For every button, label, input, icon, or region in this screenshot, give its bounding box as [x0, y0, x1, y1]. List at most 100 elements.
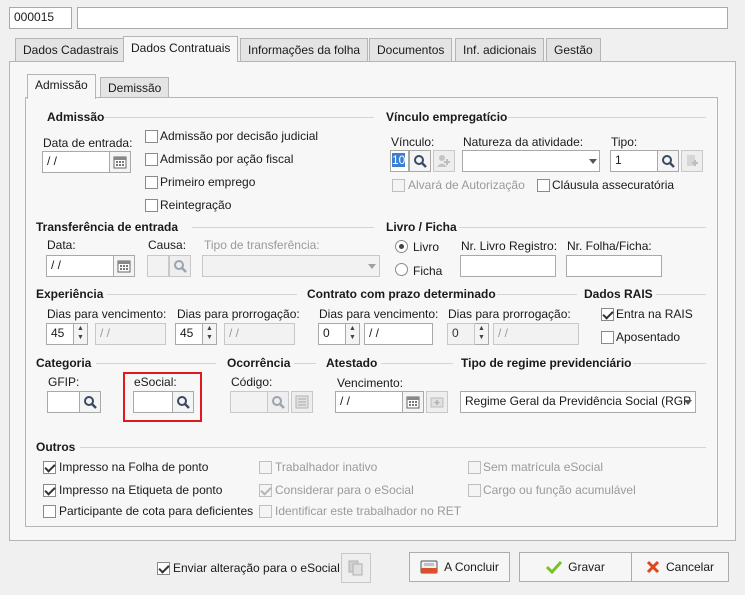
causa-field[interactable] — [147, 255, 169, 277]
vinculo-field[interactable]: 10 — [390, 150, 409, 172]
tab-dados-contratuais[interactable]: Dados Contratuais — [123, 36, 239, 62]
chk-clausula[interactable] — [537, 179, 550, 192]
contrato-dias-venc-stepper[interactable]: ▲ ▼ — [346, 323, 360, 345]
radio-livro[interactable] — [395, 240, 408, 253]
nr-livro-field[interactable] — [460, 255, 556, 277]
employee-code-field[interactable]: 000015 — [9, 7, 72, 29]
employee-name-field[interactable] — [77, 7, 728, 29]
tipo-add-button[interactable] — [681, 150, 703, 172]
cancelar-button[interactable]: Cancelar — [631, 552, 729, 582]
causa-search-button[interactable] — [169, 255, 191, 277]
chk-entra-rais-label: Entra na RAIS — [616, 307, 693, 321]
chk-considerar-esocial[interactable] — [259, 484, 272, 497]
nr-folha-field[interactable] — [566, 255, 662, 277]
experiencia-title: Experiência — [36, 287, 104, 301]
chk-identificar-ret[interactable] — [259, 505, 272, 518]
experiencia-dias-prorr-stepper[interactable]: ▲ ▼ — [203, 323, 217, 345]
tab-gestao[interactable]: Gestão — [546, 38, 601, 62]
tab-dados-cadastrais[interactable]: Dados Cadastrais — [15, 38, 127, 62]
add-icon — [430, 397, 444, 408]
contrato-venc-date[interactable]: / / — [364, 323, 433, 345]
chk-sem-matricula[interactable] — [468, 461, 481, 474]
calendar-icon — [117, 260, 131, 273]
radio-ficha[interactable] — [395, 263, 408, 276]
outros-title: Outros — [36, 440, 76, 454]
add-user-icon — [437, 155, 450, 167]
causa-label: Causa: — [148, 238, 187, 252]
chk-folha-ponto[interactable] — [43, 461, 56, 474]
chevron-down-icon — [684, 400, 692, 405]
chk-enviar-esocial[interactable] — [157, 562, 170, 575]
calendar-button[interactable] — [109, 151, 131, 173]
chk-etiqueta-ponto[interactable] — [43, 484, 56, 497]
ocorrencia-title: Ocorrência — [227, 356, 291, 370]
chk-acao-fiscal[interactable] — [145, 153, 158, 166]
data-entrada-field[interactable]: / / — [42, 151, 110, 173]
livro-title: Livro / Ficha — [386, 220, 457, 234]
gfip-field[interactable] — [47, 391, 80, 413]
admissao-title: Admissão — [47, 110, 105, 124]
chk-aposentado-label: Aposentado — [616, 330, 681, 344]
transferencia-data-field[interactable]: / / — [46, 255, 114, 277]
vencimento-add-button[interactable] — [426, 391, 448, 413]
tab-documentos[interactable]: Documentos — [369, 38, 453, 62]
vencimento-calendar-button[interactable] — [402, 391, 424, 413]
chk-reintegracao-label: Reintegração — [160, 198, 232, 212]
gravar-button[interactable]: Gravar — [519, 552, 632, 582]
vinculo-search-button[interactable] — [409, 150, 431, 172]
categoria-title: Categoria — [36, 356, 92, 370]
tab-informacoes-folha[interactable]: Informações da folha — [240, 38, 369, 62]
ocorrencia-separator — [294, 363, 316, 364]
natureza-label: Natureza da atividade: — [463, 135, 584, 149]
subtab-demissao[interactable]: Demissão — [100, 77, 170, 99]
experiencia-dias-prorr-label: Dias para prorrogação: — [177, 307, 300, 321]
regime-dropdown[interactable]: Regime Geral da Previdência Social (RGP — [460, 391, 696, 413]
chk-primeiro-emprego[interactable] — [145, 176, 158, 189]
esocial-search-button[interactable] — [172, 391, 194, 413]
admissao-separator — [104, 117, 374, 118]
gfip-search-button[interactable] — [79, 391, 101, 413]
search-icon — [174, 260, 187, 273]
gravar-label: Gravar — [568, 560, 605, 574]
tipo-field[interactable]: 1 — [610, 150, 658, 172]
chk-entra-rais[interactable] — [601, 308, 614, 321]
esocial-field[interactable] — [133, 391, 173, 413]
chk-enviar-esocial-label: Enviar alteração para o eSocial — [173, 561, 340, 575]
contrato-dias-prorr-field[interactable]: 0 — [447, 323, 475, 345]
chk-cota-deficientes[interactable] — [43, 505, 56, 518]
concluir-label: A Concluir — [444, 560, 499, 574]
tab-inf-adicionais[interactable]: Inf. adicionais — [455, 38, 545, 62]
natureza-dropdown[interactable] — [462, 150, 600, 172]
concluir-button[interactable]: A Concluir — [409, 552, 510, 582]
codigo-list-button[interactable] — [291, 391, 313, 413]
transferencia-title: Transferência de entrada — [36, 220, 179, 234]
esocial-send-button[interactable] — [341, 553, 371, 583]
close-icon — [646, 560, 660, 574]
calendar-icon — [113, 156, 127, 169]
chk-reintegracao[interactable] — [145, 199, 158, 212]
experiencia-dias-venc-field[interactable]: 45 — [46, 323, 74, 345]
vinculo-add-button[interactable] — [433, 150, 455, 172]
chk-cargo-acumulavel[interactable] — [468, 484, 481, 497]
chk-folha-ponto-label: Impresso na Folha de ponto — [59, 460, 209, 474]
contrato-title: Contrato com prazo determinado — [307, 287, 496, 301]
subtab-admissao[interactable]: Admissão — [27, 74, 96, 99]
contrato-dias-prorr-stepper[interactable]: ▲ ▼ — [475, 323, 489, 345]
codigo-field[interactable] — [230, 391, 268, 413]
chk-aposentado[interactable] — [601, 331, 614, 344]
transferencia-calendar-button[interactable] — [113, 255, 135, 277]
experiencia-dias-venc-stepper[interactable]: ▲ ▼ — [74, 323, 88, 345]
radio-ficha-label: Ficha — [413, 264, 443, 278]
chk-trabalhador-inativo[interactable] — [259, 461, 272, 474]
codigo-search-button[interactable] — [267, 391, 289, 413]
tipo-search-button[interactable] — [657, 150, 679, 172]
experiencia-dias-prorr-field[interactable]: 45 — [175, 323, 203, 345]
contrato-dias-venc-field[interactable]: 0 — [318, 323, 346, 345]
chk-alvara[interactable] — [392, 179, 405, 192]
chk-decisao-judicial-label: Admissão por decisão judicial — [160, 129, 319, 143]
cancelar-label: Cancelar — [665, 560, 715, 574]
chk-decisao-judicial[interactable] — [145, 130, 158, 143]
vencimento-field[interactable]: / / — [335, 391, 403, 413]
data-entrada-label: Data de entrada: — [43, 136, 133, 150]
tipo-transferencia-dropdown[interactable] — [202, 255, 380, 277]
